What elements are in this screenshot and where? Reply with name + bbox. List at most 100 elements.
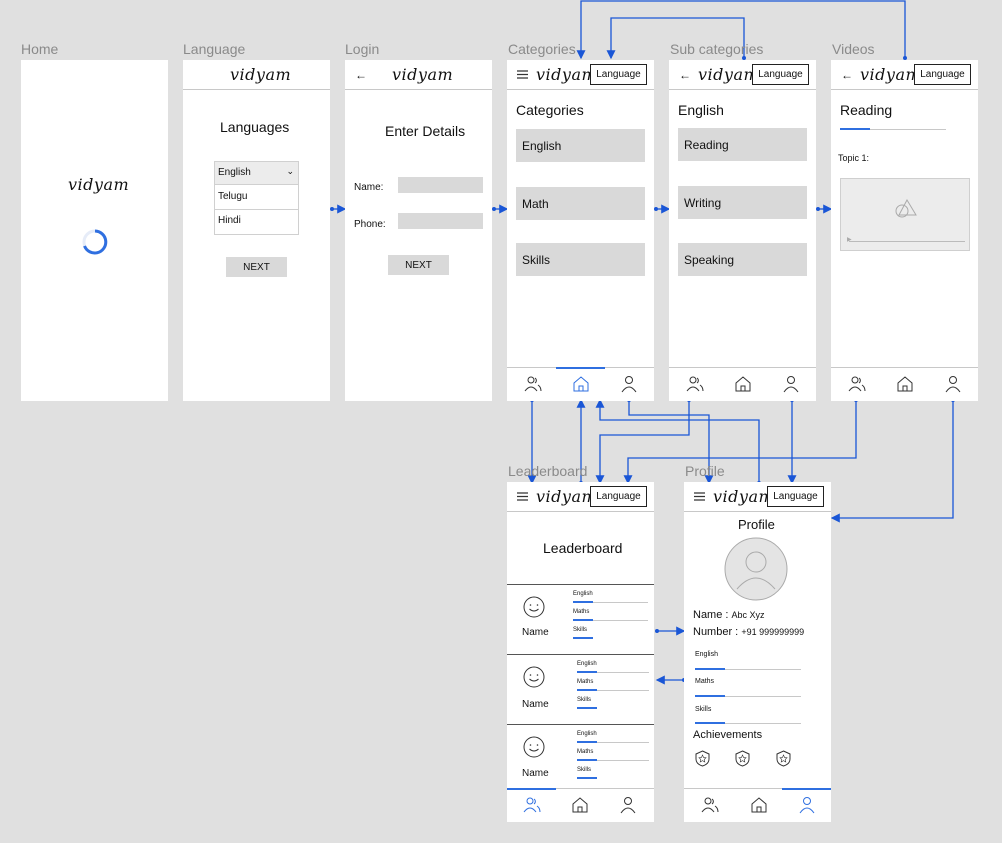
subject-label: English <box>577 731 597 737</box>
user-icon[interactable] <box>944 375 962 393</box>
logo: vidyam <box>230 65 292 84</box>
menu-icon[interactable] <box>694 492 705 501</box>
users-icon[interactable] <box>848 375 866 393</box>
topic-label: Topic 1: <box>838 153 870 163</box>
score-bar <box>573 601 593 603</box>
video-player[interactable]: ▶ <box>840 178 970 251</box>
phone-label: Phone: <box>354 219 386 230</box>
score-track <box>593 602 648 603</box>
topbar: ← vidyam Language <box>669 60 816 90</box>
score-track <box>725 723 801 724</box>
language-button[interactable]: Language <box>752 64 809 85</box>
avatar-icon[interactable] <box>724 537 788 601</box>
subject-label: Maths <box>695 678 715 685</box>
score-track <box>593 620 648 621</box>
score-bar <box>577 741 597 743</box>
smiley-icon <box>523 666 545 688</box>
score-bar <box>695 668 725 670</box>
videos-screen: ← vidyam Language Reading Topic 1: ▶ <box>831 60 978 401</box>
subject-label: Skills <box>577 697 592 703</box>
subject-label: Maths <box>577 679 594 685</box>
next-button[interactable]: NEXT <box>388 255 449 275</box>
language-button[interactable]: Language <box>767 486 824 507</box>
language-option[interactable]: Telugu <box>215 185 298 210</box>
spinner-icon <box>82 229 108 255</box>
subcategory-writing[interactable]: Writing <box>678 186 807 219</box>
bottom-nav <box>684 788 831 822</box>
logo: vidyam <box>698 65 760 84</box>
users-icon[interactable] <box>686 375 704 393</box>
back-icon[interactable]: ← <box>841 68 853 82</box>
logo: vidyam <box>713 487 775 506</box>
next-button[interactable]: NEXT <box>226 257 287 277</box>
frame-label-language: Language <box>183 41 246 57</box>
bottom-nav <box>831 367 978 401</box>
frame-label-categories: Categories <box>508 41 576 57</box>
user-icon[interactable] <box>620 375 638 393</box>
score-bar <box>577 671 597 673</box>
frame-label-videos: Videos <box>832 41 875 57</box>
logo: vidyam <box>536 65 598 84</box>
home-icon[interactable] <box>896 375 914 393</box>
frame-label-leaderboard: Leaderboard <box>508 463 588 479</box>
menu-icon[interactable] <box>517 70 528 79</box>
logo: vidyam <box>860 65 922 84</box>
bottom-nav <box>507 788 654 822</box>
number-value: +91 999999999 <box>741 627 805 637</box>
phone-field[interactable] <box>398 213 483 229</box>
user-icon[interactable] <box>782 375 800 393</box>
nav-active-indicator <box>782 788 831 790</box>
nav-active-indicator <box>507 788 556 790</box>
badge-icon <box>776 750 791 767</box>
language-dropdown[interactable]: English ⌄ Telugu Hindi <box>214 161 299 235</box>
users-icon[interactable] <box>701 796 719 814</box>
name-value: Abc Xyz <box>731 610 765 620</box>
subcategory-speaking[interactable]: Speaking <box>678 243 807 276</box>
bottom-nav <box>669 367 816 401</box>
topbar: ← vidyam <box>345 60 492 90</box>
languages-heading: Languages <box>220 119 290 135</box>
number-row: Number : +91 999999999 <box>693 626 804 638</box>
player-name: Name <box>522 627 549 638</box>
score-bar <box>577 777 597 779</box>
category-skills[interactable]: Skills <box>516 243 645 276</box>
subject-label: English <box>695 651 718 658</box>
video-scrubber[interactable] <box>849 241 965 242</box>
topbar: vidyam Language <box>684 482 831 512</box>
menu-icon[interactable] <box>517 492 528 501</box>
language-button[interactable]: Language <box>914 64 971 85</box>
user-icon[interactable] <box>619 796 637 814</box>
badge-icon <box>735 750 750 767</box>
users-icon[interactable] <box>523 796 541 814</box>
frame-label-profile: Profile <box>685 463 725 479</box>
language-option-selected[interactable]: English ⌄ <box>215 162 298 185</box>
category-math[interactable]: Math <box>516 187 645 220</box>
topbar: vidyam Language <box>507 60 654 90</box>
users-icon[interactable] <box>524 375 542 393</box>
leaderboard-row[interactable]: Name English Maths Skills <box>507 655 654 725</box>
user-icon[interactable] <box>798 796 816 814</box>
name-label: Name: <box>354 182 384 193</box>
name-row: Name : Abc Xyz <box>693 609 765 621</box>
play-icon[interactable]: ▶ <box>847 236 852 243</box>
subject-label: English <box>573 591 593 597</box>
language-button[interactable]: Language <box>590 64 647 85</box>
profile-screen: vidyam Language Profile Name : Abc Xyz N… <box>684 482 831 822</box>
back-icon[interactable]: ← <box>355 68 367 82</box>
leaderboard-row[interactable]: Name English Maths Skills <box>507 585 654 655</box>
language-option[interactable]: Hindi <box>215 210 298 234</box>
subcategory-reading[interactable]: Reading <box>678 128 807 161</box>
name-field[interactable] <box>398 177 483 193</box>
home-icon[interactable] <box>750 796 768 814</box>
leaderboard-row[interactable]: Name English Maths Skills <box>507 725 654 788</box>
back-icon[interactable]: ← <box>679 68 691 82</box>
logo: vidyam <box>392 65 454 84</box>
score-track <box>597 742 649 743</box>
home-icon[interactable] <box>734 375 752 393</box>
score-bar <box>577 759 597 761</box>
home-icon[interactable] <box>571 796 589 814</box>
home-icon[interactable] <box>572 375 590 393</box>
player-name: Name <box>522 699 549 710</box>
language-button[interactable]: Language <box>590 486 647 507</box>
category-english[interactable]: English <box>516 129 645 162</box>
